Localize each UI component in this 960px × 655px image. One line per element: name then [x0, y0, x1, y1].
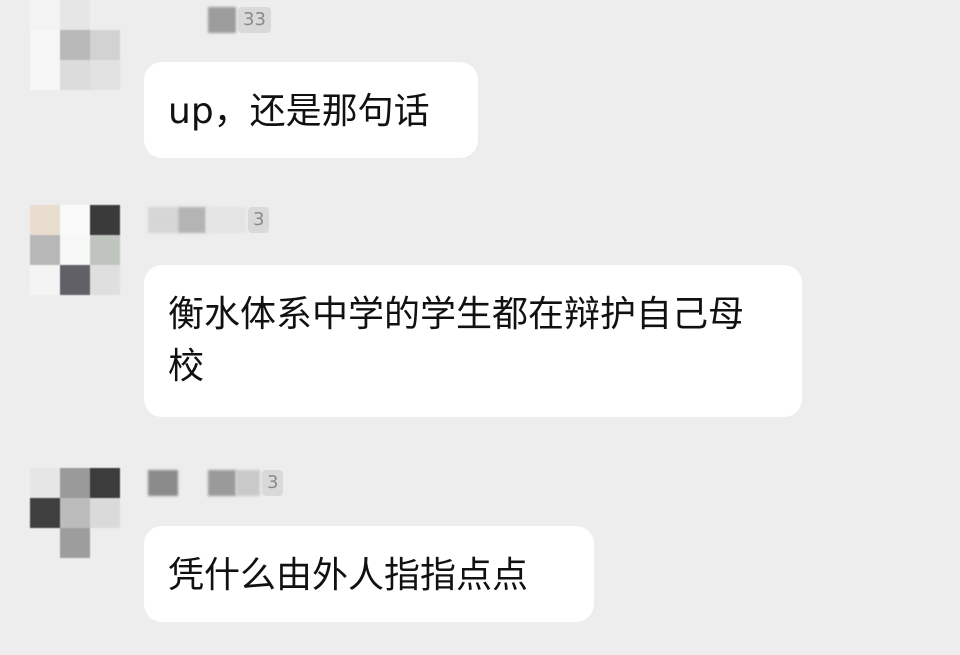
message-bubble[interactable]: 凭什么由外人指指点点 [144, 526, 594, 622]
sender-name: 3 [148, 469, 284, 497]
avatar[interactable] [30, 468, 120, 558]
blurred-name [208, 470, 236, 496]
sender-name-suffix: 3 [248, 207, 270, 233]
chat-message-list: 33 up，还是那句话 3 衡水体系中学的学生都在辩护自己母校 3 凭什么由外人… [0, 0, 960, 655]
blurred-name [236, 470, 260, 496]
sender-name-suffix: 3 [262, 470, 284, 496]
blurred-name [148, 470, 178, 496]
sender-name: 33 [208, 6, 271, 34]
message-text: 衡水体系中学的学生都在辩护自己母校 [168, 294, 745, 387]
sender-name-suffix: 33 [238, 7, 271, 33]
message-text: 凭什么由外人指指点点 [168, 555, 529, 596]
sender-name: 3 [148, 206, 270, 234]
blurred-name [148, 207, 178, 233]
avatar[interactable] [30, 205, 120, 295]
blurred-name [178, 207, 206, 233]
avatar[interactable] [30, 0, 120, 90]
blurred-name [206, 207, 246, 233]
message-bubble[interactable]: 衡水体系中学的学生都在辩护自己母校 [144, 265, 802, 417]
blurred-name [208, 7, 236, 33]
message-text: up，还是那句话 [168, 91, 430, 132]
message-bubble[interactable]: up，还是那句话 [144, 62, 478, 158]
